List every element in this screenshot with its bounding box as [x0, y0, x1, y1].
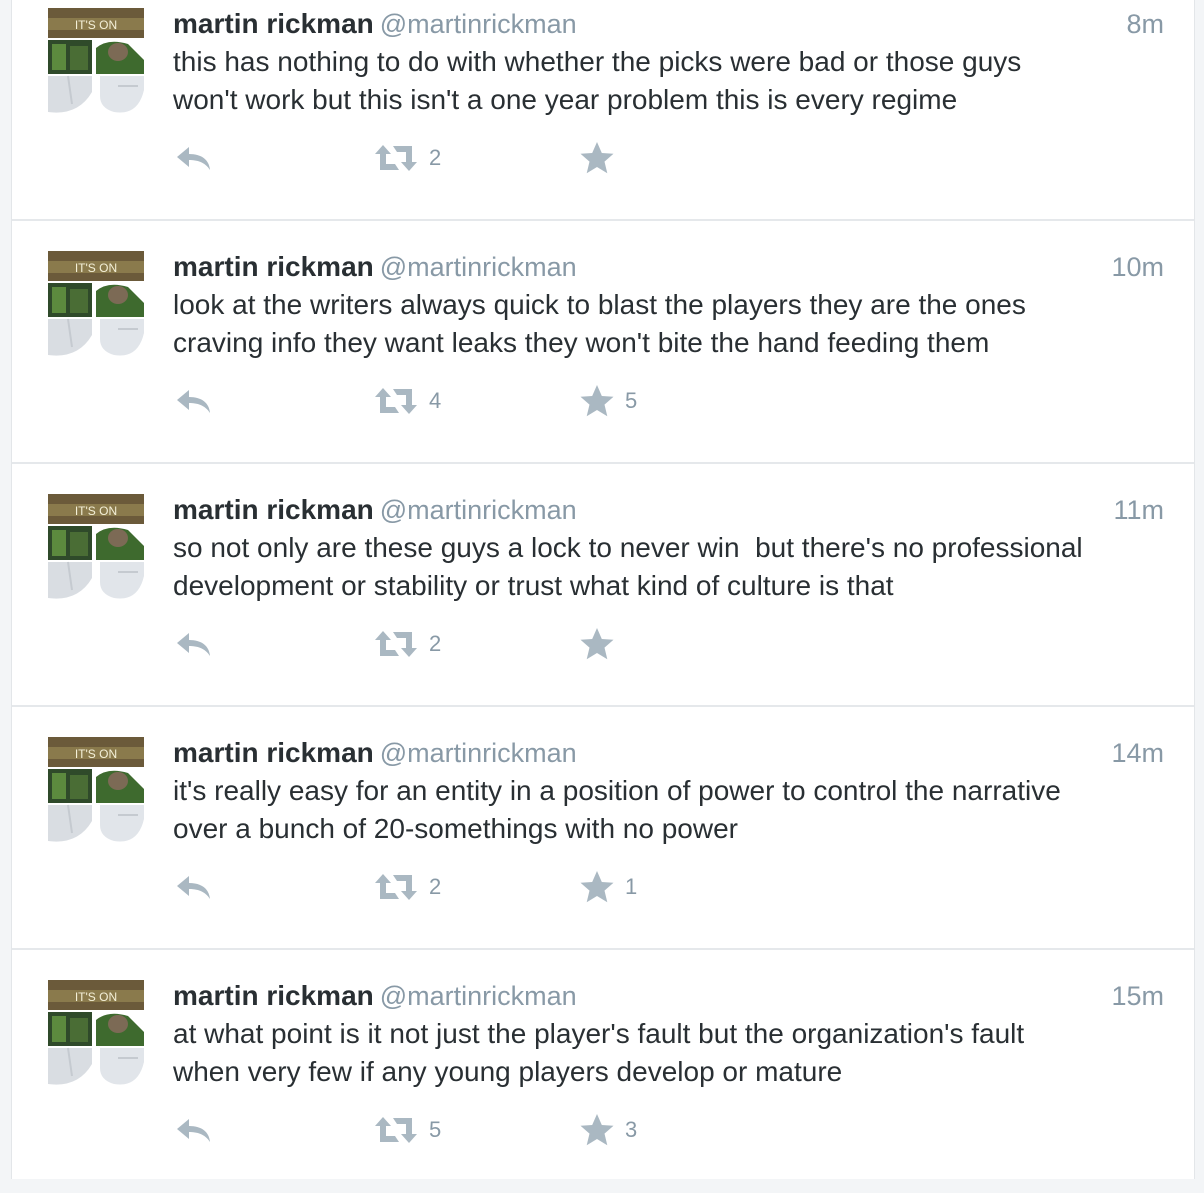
tweet[interactable]: IT'S ON martin rickman @martinrickman 11m…	[12, 464, 1194, 707]
retweet-icon	[375, 145, 417, 171]
star-icon	[580, 1114, 614, 1146]
favorite-button[interactable]: 1	[579, 869, 637, 905]
author-name[interactable]: martin rickman	[173, 251, 374, 282]
tweet-text: this has nothing to do with whether the …	[173, 46, 1022, 115]
avatar-banner-text: IT'S ON	[75, 504, 117, 518]
avatar-banner-text: IT'S ON	[75, 990, 117, 1004]
reply-icon	[177, 1119, 210, 1142]
tweet-actions: 4 5	[173, 383, 773, 419]
avatar[interactable]: IT'S ON	[48, 8, 144, 116]
retweet-button[interactable]: 5	[373, 1112, 441, 1148]
author-name[interactable]: martin rickman	[173, 980, 374, 1011]
avatar[interactable]: IT'S ON	[48, 980, 144, 1088]
retweet-button[interactable]: 2	[373, 140, 441, 176]
retweet-count: 2	[429, 631, 442, 656]
star-icon	[580, 385, 614, 417]
retweet-button[interactable]: 2	[373, 869, 441, 905]
tweet[interactable]: IT'S ON martin rickman @martinrickman 8m …	[12, 0, 1194, 221]
tweet-content: martin rickman @martinrickman 10m look at…	[173, 249, 1164, 362]
retweet-count: 2	[429, 874, 442, 899]
retweet-icon	[375, 388, 417, 414]
star-icon	[580, 871, 614, 903]
tweet-actions: 2 1	[173, 869, 773, 905]
favorite-count: 3	[625, 1117, 638, 1142]
timestamp[interactable]: 11m	[1113, 492, 1164, 528]
favorite-button[interactable]	[579, 140, 625, 176]
tweet-actions: 5 3	[173, 1112, 773, 1148]
retweet-icon	[375, 874, 417, 900]
favorite-button[interactable]	[579, 626, 625, 662]
reply-button[interactable]	[175, 140, 213, 176]
reply-icon	[177, 633, 210, 656]
tweet-actions: 2	[173, 140, 773, 176]
author-handle[interactable]: @martinrickman	[380, 981, 577, 1011]
tweet-header: martin rickman @martinrickman 11m	[173, 492, 1164, 528]
tweet-actions: 2	[173, 626, 773, 662]
tweet-text: look at the writers always quick to blas…	[173, 289, 1026, 358]
retweet-count: 4	[429, 388, 442, 413]
reply-icon	[177, 390, 210, 413]
favorite-button[interactable]: 5	[579, 383, 637, 419]
tweet[interactable]: IT'S ON martin rickman @martinrickman 10m…	[12, 221, 1194, 464]
favorite-count: 5	[625, 388, 638, 413]
retweet-button[interactable]: 2	[373, 626, 441, 662]
author-handle[interactable]: @martinrickman	[380, 495, 577, 525]
avatar-banner-text: IT'S ON	[75, 18, 117, 32]
avatar-banner-text: IT'S ON	[75, 261, 117, 275]
favorite-count: 1	[625, 874, 638, 899]
reply-icon	[177, 876, 210, 899]
tweet-text: it's really easy for an entity in a posi…	[173, 775, 1061, 844]
tweet[interactable]: IT'S ON martin rickman @martinrickman 14m…	[12, 707, 1194, 950]
favorite-button[interactable]: 3	[579, 1112, 637, 1148]
timestamp[interactable]: 15m	[1111, 978, 1164, 1014]
author-name[interactable]: martin rickman	[173, 494, 374, 525]
tweet-content: martin rickman @martinrickman 11m so not …	[173, 492, 1164, 605]
avatar-banner-text: IT'S ON	[75, 747, 117, 761]
retweet-icon	[375, 631, 417, 657]
author-handle[interactable]: @martinrickman	[380, 9, 577, 39]
tweet-header: martin rickman @martinrickman 14m	[173, 735, 1164, 771]
author-handle[interactable]: @martinrickman	[380, 738, 577, 768]
author-handle[interactable]: @martinrickman	[380, 252, 577, 282]
tweet[interactable]: IT'S ON martin rickman @martinrickman 15m…	[12, 950, 1194, 1193]
tweet-text: so not only are these guys a lock to nev…	[173, 532, 1083, 601]
tweet-content: martin rickman @martinrickman 15m at what…	[173, 978, 1164, 1091]
retweet-button[interactable]: 4	[373, 383, 441, 419]
reply-button[interactable]	[175, 869, 213, 905]
retweet-count: 2	[429, 145, 442, 170]
retweet-count: 5	[429, 1117, 442, 1142]
reply-button[interactable]	[175, 1112, 213, 1148]
author-name[interactable]: martin rickman	[173, 8, 374, 39]
author-name[interactable]: martin rickman	[173, 737, 374, 768]
reply-button[interactable]	[175, 383, 213, 419]
tweet-header: martin rickman @martinrickman 8m	[173, 6, 1164, 42]
tweet-text: at what point is it not just the player'…	[173, 1018, 1025, 1087]
reply-button[interactable]	[175, 626, 213, 662]
tweet-timeline: IT'S ON martin rickman @martinrickman 8m …	[11, 0, 1195, 1179]
star-icon	[580, 628, 614, 660]
avatar[interactable]: IT'S ON	[48, 494, 144, 602]
retweet-icon	[375, 1117, 417, 1143]
tweet-header: martin rickman @martinrickman 15m	[173, 978, 1164, 1014]
timestamp[interactable]: 14m	[1111, 735, 1164, 771]
avatar[interactable]: IT'S ON	[48, 251, 144, 359]
avatar[interactable]: IT'S ON	[48, 737, 144, 845]
star-icon	[580, 142, 614, 174]
timestamp[interactable]: 10m	[1111, 249, 1164, 285]
reply-icon	[177, 147, 210, 170]
tweet-content: martin rickman @martinrickman 8m this has…	[173, 6, 1164, 119]
tweet-header: martin rickman @martinrickman 10m	[173, 249, 1164, 285]
timestamp[interactable]: 8m	[1126, 6, 1164, 42]
tweet-content: martin rickman @martinrickman 14m it's re…	[173, 735, 1164, 848]
